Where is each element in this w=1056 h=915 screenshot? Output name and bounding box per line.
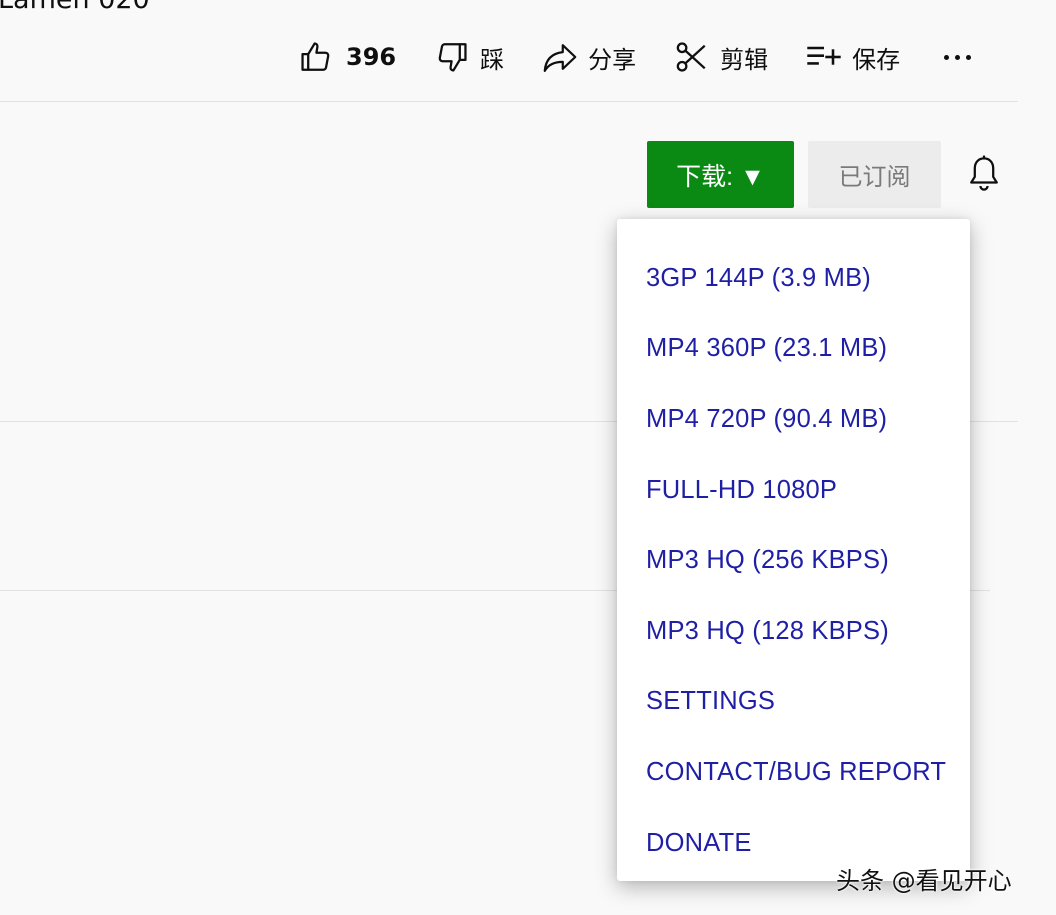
bell-icon [967,154,1001,198]
more-actions-button[interactable] [944,38,972,76]
video-title: Lamen 020 [0,0,150,13]
clip-label: 剪辑 [720,45,769,74]
menu-item-contact-bug-report[interactable]: CONTACT/BUG REPORT [617,737,970,808]
menu-item-settings[interactable]: SETTINGS [617,667,970,738]
share-button[interactable]: 分享 [542,38,636,76]
notification-bell-button[interactable] [962,154,1006,198]
menu-item-mp4-360p[interactable]: MP4 360P (23.1 MB) [617,314,970,385]
dislike-button[interactable]: 踩 [434,38,504,76]
menu-item-full-hd-1080p[interactable]: FULL-HD 1080P [617,455,970,526]
dislike-label: 踩 [480,45,505,74]
download-button[interactable]: 下载: ▼ [647,141,794,208]
like-count: 396 [346,43,397,71]
thumbs-up-icon [298,39,334,75]
scissors-icon [674,39,710,75]
more-horizontal-icon [944,54,972,60]
playlist-add-icon [806,39,842,75]
video-action-bar: 396 踩 分享 剪辑 保存 [298,38,972,76]
thumbs-down-icon [434,39,470,75]
like-button[interactable]: 396 [298,38,396,76]
subscribed-button[interactable]: 已订阅 [808,141,941,208]
divider [0,101,1018,102]
download-format-menu: 3GP 144P (3.9 MB) MP4 360P (23.1 MB) MP4… [617,219,970,881]
menu-item-3gp-144p[interactable]: 3GP 144P (3.9 MB) [617,243,970,314]
save-label: 保存 [852,45,901,74]
share-arrow-icon [542,39,578,75]
menu-item-mp4-720p[interactable]: MP4 720P (90.4 MB) [617,384,970,455]
save-button[interactable]: 保存 [806,38,900,76]
menu-item-mp3-256[interactable]: MP3 HQ (256 KBPS) [617,525,970,596]
share-label: 分享 [588,45,637,74]
watermark-text: 头条 @看见开心 [836,867,1012,895]
menu-item-mp3-128[interactable]: MP3 HQ (128 KBPS) [617,596,970,667]
clip-button[interactable]: 剪辑 [674,38,768,76]
